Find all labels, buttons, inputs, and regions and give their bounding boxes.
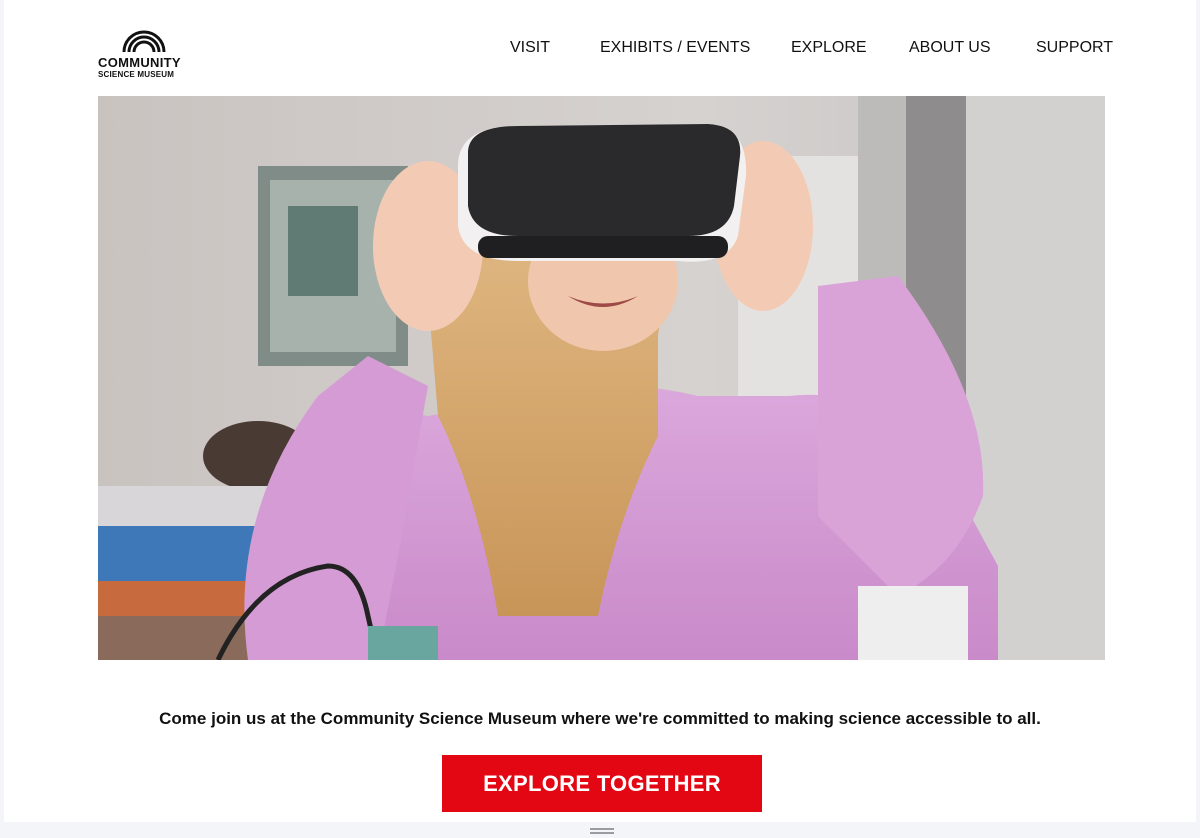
brand-name-line2: SCIENCE MUSEUM [98, 70, 175, 79]
page: COMMUNITY SCIENCE MUSEUM VISIT EXHIBITS … [4, 0, 1196, 822]
nav-item-exhibits-events[interactable]: EXHIBITS / EVENTS [600, 37, 750, 59]
hero-image [98, 96, 1105, 660]
nav-item-visit[interactable]: VISIT [510, 37, 550, 59]
girl-wearing-vr-headset-photo [98, 96, 1105, 660]
nav-item-about-us[interactable]: ABOUT US [909, 37, 991, 59]
main-nav: VISIT EXHIBITS / EVENTS EXPLORE ABOUT US… [4, 37, 1196, 59]
explore-together-button[interactable]: EXPLORE TOGETHER [442, 755, 762, 812]
drag-handle-icon[interactable] [590, 828, 614, 834]
nav-item-explore[interactable]: EXPLORE [791, 37, 867, 59]
nav-item-support[interactable]: SUPPORT [1036, 37, 1113, 59]
tagline: Come join us at the Community Science Mu… [159, 709, 1041, 728]
